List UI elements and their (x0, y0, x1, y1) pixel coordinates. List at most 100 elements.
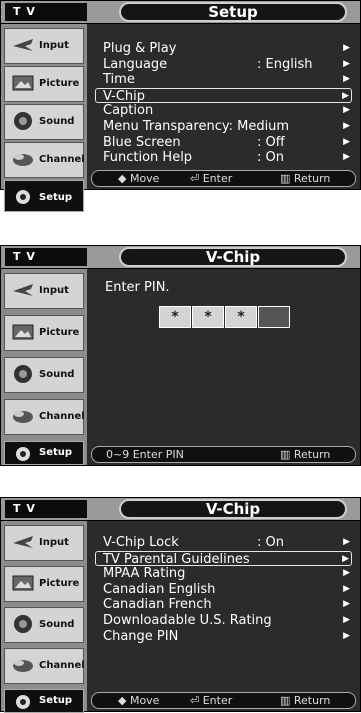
sidebar-item-label: Input (39, 285, 69, 296)
return-hint: ▥ Return (280, 448, 331, 461)
menu-item-caption[interactable]: Caption ▶ (89, 103, 352, 119)
menu-item-label: V-Chip (103, 88, 146, 104)
tv-label: T V (5, 500, 87, 518)
sidebar-item-label: Setup (39, 192, 73, 203)
menu-item-value: : Off (257, 134, 285, 150)
screen-title: V-Chip (119, 247, 347, 267)
sidebar: Input Picture Sound Channel Setup (1, 521, 87, 713)
sidebar-item-label: Input (39, 40, 69, 51)
sidebar-item-sound[interactable]: Sound (4, 104, 84, 140)
sidebar-item-channel[interactable]: Channel (4, 648, 85, 684)
input-icon (13, 39, 33, 51)
chevron-right-icon: ▶ (343, 599, 350, 610)
sidebar-item-picture[interactable]: Picture (4, 566, 84, 602)
sidebar-item-setup[interactable]: Setup (4, 180, 84, 212)
menu-item-change-pin[interactable]: Change PIN ▶ (89, 629, 352, 645)
pin-digit-2[interactable]: * (192, 306, 224, 328)
picture-icon (12, 75, 34, 91)
sound-icon (14, 615, 32, 633)
sidebar-item-label: Sound (39, 619, 75, 630)
menu-item-tv-parental-guidelines[interactable]: TV Parental Guidelines ▶ (95, 550, 352, 567)
menu-item-downloadable-us-rating[interactable]: Downloadable U.S. Rating ▶ (89, 613, 352, 629)
sidebar-item-sound[interactable]: Sound (4, 357, 84, 393)
return-hint: ▥ Return (280, 172, 331, 185)
sidebar-item-label: Picture (39, 78, 80, 89)
menu-item-canadian-french[interactable]: Canadian French ▶ (89, 597, 352, 613)
sidebar-item-label: Sound (39, 369, 75, 380)
top-bar: T V Setup (1, 1, 360, 24)
menu-item-v-chip-lock[interactable]: V-Chip Lock: On ▶ (89, 535, 352, 551)
enter-hint: ⏎ Enter (190, 172, 233, 185)
sidebar-item-picture[interactable]: Picture (4, 315, 84, 351)
sidebar-item-channel[interactable]: Channel (4, 399, 85, 435)
chevron-right-icon: ▶ (343, 136, 350, 147)
menu-item-label: TV Parental Guidelines (103, 551, 250, 567)
chevron-right-icon: ▶ (343, 630, 350, 641)
menu-item-label: Change PIN (103, 628, 179, 644)
chevron-right-icon: ▶ (343, 614, 350, 625)
menu-item-mpaa-rating[interactable]: MPAA Rating ▶ (89, 566, 352, 582)
setup-icon (16, 190, 30, 204)
sidebar: Input Picture Sound Channel Setup (1, 24, 87, 212)
menu-item-v-chip[interactable]: V-Chip ▶ (95, 87, 352, 104)
sidebar-item-input[interactable]: Input (4, 525, 84, 561)
pin-digit-1[interactable]: * (159, 306, 191, 328)
sidebar-item-channel[interactable]: Channel (4, 142, 85, 178)
pin-digit-4[interactable] (258, 306, 290, 328)
move-hint: ◆ Move (118, 694, 160, 707)
v-chip-menu-screen: T V V-Chip Input Picture Sound Channel S… (0, 497, 361, 713)
sound-icon (14, 365, 32, 383)
sidebar-item-label: Channel (39, 411, 85, 422)
sidebar-item-label: Channel (39, 154, 85, 165)
menu-item-plug-and-play[interactable]: Plug & Play ▶ (89, 41, 352, 57)
chevron-right-icon: ▶ (343, 537, 350, 547)
sidebar-item-picture[interactable]: Picture (4, 66, 84, 102)
menu-item-label: Menu Transparency: Medium (103, 118, 290, 134)
chevron-right-icon: ▶ (343, 105, 350, 116)
menu-item-label: Canadian French (103, 597, 212, 613)
menu-item-time[interactable]: Time ▶ (89, 72, 352, 88)
menu-item-label: V-Chip Lock (103, 535, 179, 550)
picture-icon (12, 575, 34, 591)
sidebar-item-label: Sound (39, 116, 75, 127)
help-bar: 0~9 Enter PIN ▥ Return (91, 446, 356, 463)
help-bar: ◆ Move ⏎ Enter ▥ Return (91, 692, 356, 709)
chevron-right-icon: ▶ (342, 553, 349, 564)
setup-icon (16, 695, 30, 709)
sidebar-item-sound[interactable]: Sound (4, 607, 84, 643)
sidebar-item-input[interactable]: Input (4, 273, 84, 309)
chevron-right-icon: ▶ (343, 120, 350, 131)
menu-item-canadian-english[interactable]: Canadian English ▶ (89, 582, 352, 598)
help-bar: ◆ Move ⏎ Enter ▥ Return (91, 170, 356, 187)
menu-item-language[interactable]: Language: English ▶ (89, 57, 352, 73)
menu-item-label: Function Help (103, 150, 193, 166)
sidebar-item-label: Picture (39, 578, 80, 589)
pin-digit-3[interactable]: * (225, 306, 257, 328)
screen-title: V-Chip (119, 499, 347, 519)
sidebar-item-setup[interactable]: Setup (4, 441, 84, 465)
setup-icon (16, 447, 30, 461)
chevron-right-icon: ▶ (342, 90, 349, 101)
tv-label: T V (5, 3, 87, 21)
enter-hint: ⏎ Enter (190, 694, 233, 707)
sidebar-item-label: Setup (39, 695, 73, 706)
sidebar-item-setup[interactable]: Setup (4, 689, 84, 713)
menu-item-value: : English (257, 56, 313, 72)
sidebar: Input Picture Sound Channel Setup (1, 269, 87, 465)
menu-item-label: Time (103, 72, 135, 88)
menu-item-function-help[interactable]: Function Help: On ▶ (89, 150, 352, 166)
setup-screen: T V Setup Input Picture Sound Channel Se… (0, 0, 361, 212)
sidebar-item-input[interactable]: Input (4, 28, 84, 64)
chevron-right-icon: ▶ (343, 583, 350, 594)
menu-item-blue-screen[interactable]: Blue Screen : Off ▶ (89, 135, 352, 151)
channel-icon (13, 154, 33, 166)
menu-item-label: Caption (103, 103, 154, 119)
menu-item-label: Blue Screen (103, 134, 181, 150)
channel-icon (13, 411, 33, 423)
top-bar: T V V-Chip (1, 246, 360, 269)
chevron-right-icon: ▶ (343, 58, 350, 69)
sidebar-item-label: Input (39, 537, 69, 548)
sidebar-item-label: Picture (39, 327, 80, 338)
screen-title: Setup (119, 2, 347, 22)
menu-item-menu-transparency[interactable]: Menu Transparency: Medium ▶ (89, 119, 352, 135)
